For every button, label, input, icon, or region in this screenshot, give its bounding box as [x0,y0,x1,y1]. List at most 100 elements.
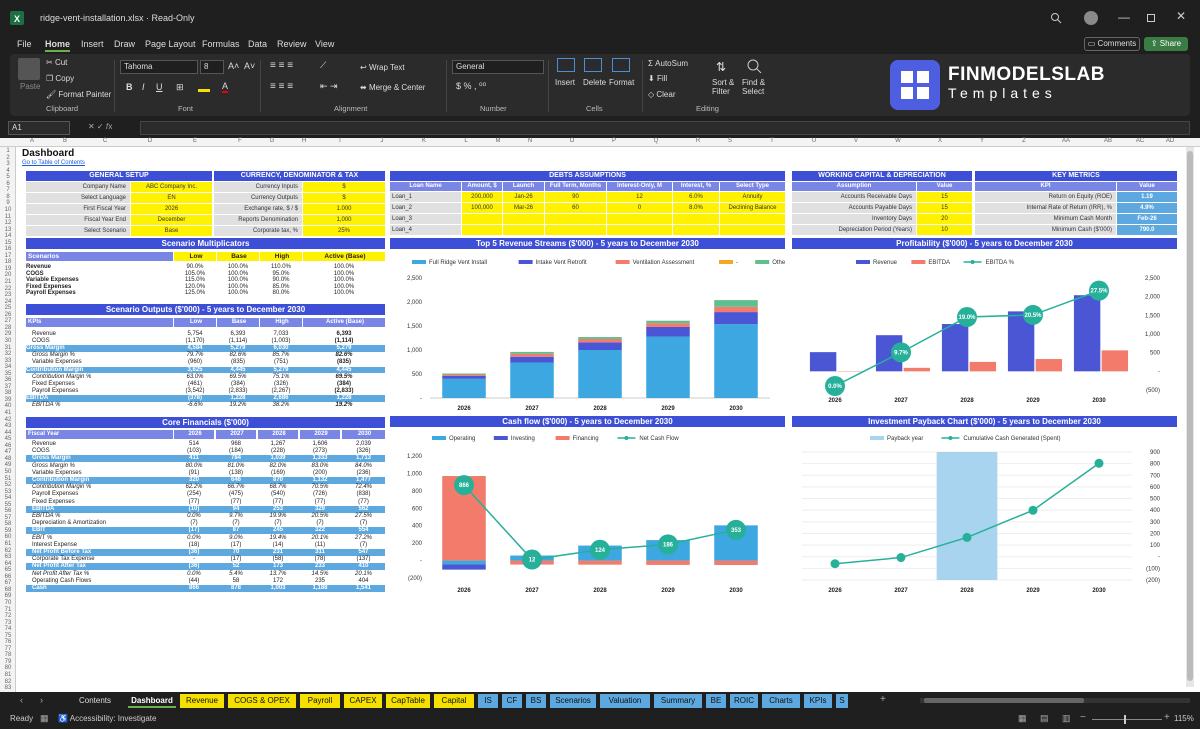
font-name-select[interactable]: Tahoma [120,60,198,74]
column-header[interactable]: S [720,138,740,147]
menu-page-layout[interactable]: Page Layout [145,39,196,49]
column-header[interactable]: Z [1014,138,1034,147]
row-header[interactable]: 35 [0,371,16,377]
row-header[interactable]: 28 [0,325,16,331]
clear-button[interactable]: ◇ Clear [648,90,676,99]
menu-review[interactable]: Review [277,39,307,49]
indent-icon[interactable]: ⇤ ⇥ [320,81,338,92]
menu-formulas[interactable]: Formulas [202,39,240,49]
share-button[interactable]: ⇪ Share [1144,37,1188,51]
column-header[interactable]: Q [646,138,666,147]
column-header[interactable]: C [95,138,115,147]
row-header[interactable]: 69 [0,593,16,599]
debts-input[interactable]: Jan-26 [503,192,544,202]
row-header[interactable]: 24 [0,299,16,305]
column-header[interactable]: J [372,138,392,147]
find-select-button[interactable]: Find & Select [742,78,765,96]
column-header[interactable]: O [562,138,582,147]
row-header[interactable]: 7 [0,187,16,193]
column-header[interactable]: AA [1056,138,1076,147]
sheet-tab[interactable]: Valuation [600,694,650,708]
column-header[interactable]: X [930,138,950,147]
row-header[interactable]: 62 [0,548,16,554]
horizontal-scrollbar[interactable] [920,698,1190,703]
sheet-tab[interactable]: CF [502,694,522,708]
sheet-tab[interactable]: Summary [654,694,702,708]
scroll-thumb[interactable] [1187,151,1193,681]
column-header[interactable]: AD [1160,138,1180,147]
merge-center-button[interactable]: ⬌ Merge & Center [360,83,425,92]
row-header[interactable]: 10 [0,207,16,213]
tab-scroll-right-icon[interactable]: › [40,695,43,705]
row-header[interactable]: 44 [0,430,16,436]
debts-input[interactable]: 60 [545,203,606,213]
row-header[interactable]: 9 [0,200,16,206]
debts-input[interactable] [503,214,544,224]
column-header[interactable]: Y [972,138,992,147]
align-left-icon[interactable]: ≡ ≡ ≡ [270,81,293,92]
row-header[interactable]: 65 [0,567,16,573]
comments-button[interactable]: ▭ Comments [1084,37,1140,51]
menu-draw[interactable]: Draw [114,39,135,49]
sheet-tab[interactable]: COGS & OPEX [228,694,296,708]
column-header[interactable]: V [846,138,866,147]
wc-input[interactable]: 10 [917,225,972,235]
insert-button[interactable]: Insert [555,78,575,87]
debts-input[interactable] [545,214,606,224]
zoom-level[interactable]: 115% [1174,714,1194,723]
row-header[interactable]: 57 [0,515,16,521]
wrap-text-button[interactable]: ↩ Wrap Text [360,63,405,72]
row-header[interactable]: 26 [0,312,16,318]
column-header[interactable]: P [604,138,624,147]
sheet-tab[interactable]: Revenue [180,694,224,708]
setup-input[interactable]: EN [131,193,212,203]
row-header[interactable]: 59 [0,528,16,534]
column-header[interactable]: R [688,138,708,147]
row-header[interactable]: 13 [0,227,16,233]
row-header[interactable]: 2 [0,155,16,161]
wc-input[interactable]: 15 [917,192,972,202]
column-header[interactable]: M [488,138,508,147]
row-header[interactable]: 78 [0,652,16,658]
row-header[interactable]: 61 [0,541,16,547]
row-header[interactable]: 43 [0,423,16,429]
currency-input[interactable]: $ [303,182,385,192]
currency-input[interactable]: 1,000 [303,215,385,225]
italic-button[interactable]: I [142,82,145,92]
row-header[interactable]: 76 [0,639,16,645]
row-header[interactable]: 19 [0,266,16,272]
row-header[interactable]: 70 [0,600,16,606]
row-header[interactable]: 73 [0,620,16,626]
debts-input[interactable]: 200,000 [462,192,502,202]
debts-input[interactable]: 100,000 [462,203,502,213]
row-header[interactable]: 58 [0,521,16,527]
column-header[interactable]: AC [1130,138,1150,147]
paste-button[interactable]: Paste [20,82,40,91]
row-header[interactable]: 80 [0,665,16,671]
row-header[interactable]: 22 [0,286,16,292]
menu-data[interactable]: Data [248,39,267,49]
row-header[interactable]: 67 [0,580,16,586]
row-header[interactable]: 39 [0,397,16,403]
setup-input[interactable]: 2026 [131,204,212,214]
add-sheet-icon[interactable]: + [880,694,886,705]
copy-button[interactable]: ❐ Copy [46,74,74,83]
accounting-icon[interactable]: $ % , ⁰⁰ [456,81,486,92]
sheet-tab[interactable]: Capital [434,694,474,708]
sheet-tab[interactable]: Charts [762,694,800,708]
row-header[interactable]: 52 [0,482,16,488]
row-header[interactable]: 81 [0,672,16,678]
grow-font-icon[interactable]: A˄ [228,61,239,71]
setup-input[interactable]: December [131,215,212,225]
format-painter-button[interactable]: 🖌 Format Painter [46,90,111,99]
row-header[interactable]: 72 [0,613,16,619]
row-header[interactable]: 18 [0,259,16,265]
row-header[interactable]: 31 [0,345,16,351]
menu-view[interactable]: View [315,39,334,49]
row-header[interactable]: 37 [0,384,16,390]
sheet-tab[interactable]: Contents [66,694,124,708]
row-header[interactable]: 42 [0,417,16,423]
sort-filter-button[interactable]: Sort & Filter [712,78,734,96]
sheet-tab[interactable]: Payroll [300,694,340,708]
sheet-tab[interactable]: CapTable [386,694,430,708]
